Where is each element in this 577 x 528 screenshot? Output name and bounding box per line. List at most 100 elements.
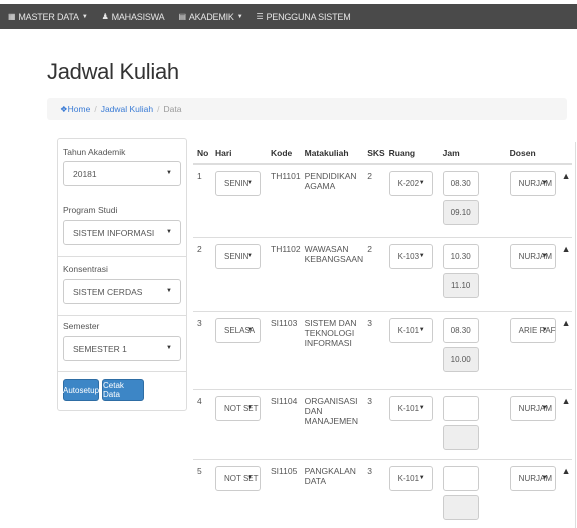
cell-matakuliah: SISTEM DAN TEKNOLOGI INFORMASI	[300, 310, 364, 389]
cell-action: ▲	[557, 388, 572, 459]
caret-down-icon: ▼	[247, 404, 253, 411]
ruang-value: K-103	[397, 251, 420, 261]
cell-matakuliah: WAWASAN KEBANGSAAN	[300, 236, 364, 311]
breadcrumb-home[interactable]: Home	[68, 104, 91, 114]
tahun-value: 20181	[73, 168, 97, 179]
print-icon[interactable]: ▲	[562, 171, 571, 181]
ruang-value: K-202	[397, 179, 420, 188]
cell-dosen: NURJAM ▼	[505, 388, 558, 459]
ruang-select[interactable]: K-202 ▼	[388, 171, 433, 196]
dosen-select[interactable]: ARIE RAF ▼	[509, 317, 556, 343]
jam-mulai-input[interactable]	[442, 465, 479, 491]
autosetup-button[interactable]: Autosetup	[63, 379, 99, 401]
col-matakuliah: Matakuliah	[300, 142, 364, 165]
dosen-value: ARIE RAF	[518, 325, 556, 335]
cell-jam: 08.30 09.10	[438, 163, 506, 237]
hari-select[interactable]: NOT SET ▼	[215, 465, 261, 491]
cell-kode: SI1103	[267, 310, 301, 389]
cell-dosen: ARIE RAF ▼	[505, 310, 558, 389]
caret-down-icon: ▼	[541, 252, 548, 259]
col-no: No	[193, 142, 211, 165]
nav-master-data[interactable]: ▦ MASTER DATA ▼	[8, 12, 88, 22]
cell-no: 4	[193, 388, 211, 459]
dosen-select[interactable]: NURJAM ▼	[509, 171, 556, 196]
cell-no: 5	[193, 458, 211, 528]
semester-label: Semester	[63, 321, 100, 331]
jam-mulai-input[interactable]: 10.30	[442, 243, 479, 269]
cell-dosen: NURJAM ▼	[505, 458, 558, 528]
divider	[58, 371, 186, 372]
cetak-data-button[interactable]: Cetak Data	[102, 379, 144, 401]
caret-down-icon: ▼	[247, 252, 253, 259]
tahun-label: Tahun Akademik	[63, 147, 126, 157]
hari-select[interactable]: SELASA ▼	[215, 317, 261, 343]
ruang-select[interactable]: K-101 ▼	[388, 395, 433, 421]
konsentrasi-value: SISTEM CERDAS	[73, 286, 143, 297]
breadcrumb-separator: /	[157, 104, 160, 114]
list-icon: ☰	[256, 12, 264, 21]
semester-group: Semester	[63, 321, 181, 331]
ruang-select[interactable]: K-101 ▼	[388, 465, 433, 491]
cell-no: 3	[193, 310, 211, 389]
cell-jam: 10.30 11.10	[438, 236, 506, 311]
nav-label: MAHASISWA	[111, 11, 165, 22]
jam-selesai-field: 11.10	[442, 272, 479, 298]
home-icon[interactable]: ❖	[60, 104, 68, 115]
dosen-select[interactable]: NURJAM ▼	[509, 465, 556, 491]
jam-mulai-input[interactable]: 08.30	[442, 317, 479, 343]
nav-akademik[interactable]: ▤ AKADEMIK ▼	[178, 12, 242, 22]
konsentrasi-group: Konsentrasi	[63, 264, 181, 274]
dosen-select[interactable]: NURJAM ▼	[509, 243, 556, 269]
breadcrumb-current: Data	[163, 104, 182, 114]
caret-down-icon: ▼	[541, 404, 548, 411]
nav-mahasiswa[interactable]: ♟ MAHASISWA	[102, 12, 165, 22]
cell-jam	[438, 458, 506, 528]
cell-no: 2	[193, 236, 211, 311]
jam-selesai-field	[442, 494, 479, 520]
jam-selesai-field: 10.00	[442, 346, 479, 372]
nav-label: AKADEMIK	[188, 11, 234, 22]
caret-down-icon: ▼	[236, 13, 243, 20]
konsentrasi-select[interactable]: SISTEM CERDAS ▼	[63, 279, 181, 304]
semester-value: SEMESTER 1	[73, 343, 127, 354]
cell-sks: 3	[363, 310, 385, 389]
cell-sks: 2	[363, 236, 385, 311]
prodi-group: Program Studi	[63, 205, 181, 215]
cell-hari: NOT SET ▼	[211, 458, 267, 528]
cell-sks: 2	[363, 163, 385, 237]
dosen-select[interactable]: NURJAM ▼	[509, 395, 556, 421]
breadcrumb: ❖ Home / Jadwal Kuliah / Data	[47, 98, 567, 120]
caret-down-icon: ▼	[418, 326, 425, 333]
hari-select[interactable]: NOT SET ▼	[215, 395, 261, 421]
col-dosen: Dosen	[505, 142, 558, 165]
tahun-select[interactable]: 20181 ▼	[63, 161, 181, 186]
prodi-select[interactable]: SISTEM INFORMASI ▼	[63, 220, 181, 245]
cell-ruang: K-101 ▼	[384, 388, 439, 459]
print-icon[interactable]: ▲	[562, 318, 571, 328]
cell-kode: SI1105	[267, 458, 301, 528]
caret-down-icon: ▼	[166, 229, 172, 235]
nav-pengguna-sistem[interactable]: ☰ PENGGUNA SISTEM	[256, 12, 350, 22]
hari-select[interactable]: SENIN ▼	[215, 171, 261, 196]
hari-value: NOT SET	[224, 403, 259, 413]
col-action	[557, 142, 572, 165]
jadwal-table: No Hari Kode Matakuliah SKS Ruang Jam Do…	[193, 142, 572, 528]
ruang-select[interactable]: K-103 ▼	[388, 243, 433, 269]
ruang-select[interactable]: K-101 ▼	[388, 317, 433, 343]
ruang-value: K-101	[397, 325, 420, 335]
print-icon[interactable]: ▲	[562, 244, 571, 254]
caret-down-icon: ▼	[81, 13, 88, 20]
jam-mulai-input[interactable]	[442, 395, 479, 421]
cell-sks: 3	[363, 458, 385, 528]
print-icon[interactable]: ▲	[562, 466, 571, 476]
cell-kode: SI1104	[267, 388, 301, 459]
breadcrumb-jadwal[interactable]: Jadwal Kuliah	[101, 104, 153, 114]
cell-hari: SELASA ▼	[211, 310, 267, 389]
jam-mulai-input[interactable]: 08.30	[442, 171, 479, 196]
print-icon[interactable]: ▲	[562, 396, 571, 406]
hari-select[interactable]: SENIN ▼	[215, 243, 261, 269]
caret-down-icon: ▼	[541, 326, 548, 333]
jam-selesai-field: 09.10	[442, 200, 479, 225]
jam-selesai-field	[442, 424, 479, 450]
semester-select[interactable]: SEMESTER 1 ▼	[63, 336, 181, 361]
